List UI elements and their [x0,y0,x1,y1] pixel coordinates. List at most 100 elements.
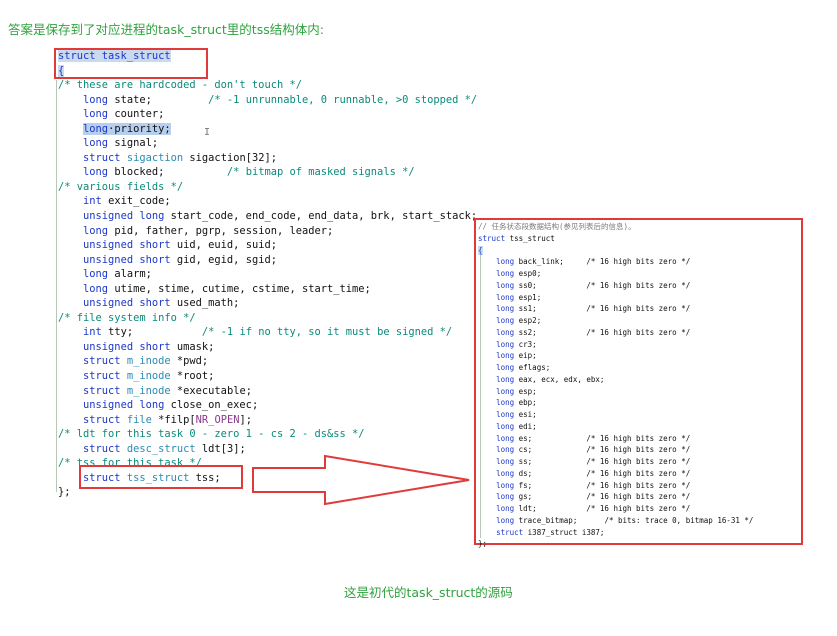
code-token: desc_struct [126,442,196,455]
code-token: /* 16 high bits zero */ [586,433,691,443]
code-token: unsigned long [83,399,165,412]
code-token: struct [83,384,121,397]
code-line: long counter; [58,107,477,122]
code-token: gid, egid, sgid; [170,253,277,266]
code-line: long ss1; /* 16 high bits zero */ [478,303,753,315]
code-token: /* 16 high bits zero */ [586,504,691,513]
code-token: /* these are hardcoded - don't touch */ [58,79,302,92]
code-token: { [478,245,483,255]
code-line: long edi; [478,421,753,433]
code-line: int tty; /* -1 if no tty, so it must be … [58,325,477,340]
code-token: unsigned short [83,239,171,252]
code-token: /* ldt for this task 0 - zero 1 - cs 2 -… [58,428,365,441]
code-line: struct m_inode *root; [58,369,477,384]
code-token: struct [83,355,121,368]
code-token: /* 16 high bits zero */ [586,468,691,478]
tss-member-box [79,465,243,489]
code-token: esi; [514,410,537,419]
code-line: /* file system info */ [58,311,477,326]
code-token: ldt; [514,504,587,513]
code-token: long [496,374,515,384]
code-line: long state; /* -1 unrunnable, 0 runnable… [58,93,477,108]
arrow-right-icon [252,455,470,505]
code-line: struct m_inode *executable; [58,384,477,399]
code-token: close_on_exec; [164,399,259,412]
code-token: long [496,327,515,337]
code-token: struct [83,151,121,164]
code-token: unsigned short [83,340,171,353]
code-token: /* 16 high bits zero */ [586,280,691,290]
code-token: /* file system info */ [58,311,196,324]
code-token: /* -1 unrunnable, 0 runnable, >0 stopped… [208,93,478,106]
code-token: long [496,269,515,278]
code-token: long [83,282,109,295]
code-line: int exit_code; [58,194,477,209]
code-token: ss0; [514,280,587,290]
code-token: uid, euid, suid; [170,239,277,252]
code-token: /* bitmap of masked signals */ [226,166,415,179]
code-token: long [496,480,515,490]
code-token: pid, father, pgrp, session, leader; [108,224,334,237]
code-line: long es; /* 16 high bits zero */ [478,433,753,445]
code-token: long [83,268,109,281]
code-token: gs; [514,492,587,502]
code-line: long eax, ecx, edx, ebx; [478,374,753,386]
code-line: unsigned short used_math; [58,296,477,311]
code-token: esp; [514,386,537,396]
code-line: long ds; /* 16 high bits zero */ [478,468,753,480]
code-token: long [496,445,515,455]
code-token: /* 16 high bits zero */ [586,492,691,502]
code-token: /* 16 high bits zero */ [586,257,691,267]
code-token: /* 16 high bits zero */ [586,445,691,455]
code-token: /* 16 high bits zero */ [586,327,691,337]
code-token: /* 16 high bits zero */ [586,304,691,314]
text-cursor-icon: I [204,127,211,138]
code-token: cs; [514,445,587,455]
code-gutter-line [56,80,57,492]
code-token: eax, ecx, edx, ebx; [514,374,605,384]
code-line: long fs; /* 16 high bits zero */ [478,480,753,492]
code-token: long [496,421,515,431]
code-line: struct sigaction sigaction[32]; [58,151,477,166]
code-token: long [83,122,109,135]
code-token: file [126,413,152,426]
code-token: back_link; [514,257,587,267]
code-token: signal; [108,137,159,150]
code-line: long esp; [478,386,753,398]
code-token: *filp[ [151,413,196,426]
code-token: fs; [514,480,587,490]
code-line: struct i387_struct i387; [478,527,753,539]
code-token: long [496,492,515,502]
code-token: long [496,433,515,443]
code-token: ldt[3]; [195,442,246,455]
code-token: /* 16 high bits zero */ [586,480,691,490]
code-token: long [496,386,515,396]
code-token: /* bits: trace 0, bitmap 16-31 */ [604,515,754,525]
code-line: long signal; [58,136,477,151]
code-token: state; [108,93,209,106]
code-token: ·priority; [108,122,171,135]
code-token: esp2; [514,316,542,325]
code-token: struct [478,233,506,243]
code-token: long [83,108,109,121]
code-line: long utime, stime, cutime, cstime, start… [58,282,477,297]
code-token: long [496,257,515,267]
code-line: long blocked; /* bitmap of masked signal… [58,165,477,180]
code-token: eip; [514,351,537,361]
code-line: unsigned short umask; [58,340,477,355]
